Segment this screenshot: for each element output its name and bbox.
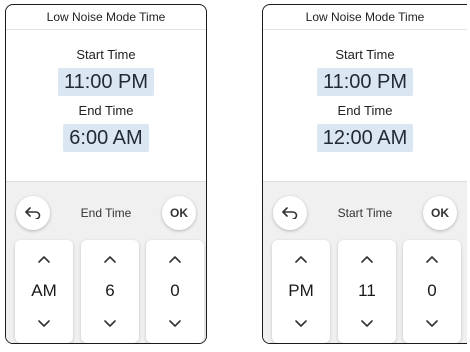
phone-screen-start-time: Low Noise Mode Time Start Time 11:00 PM …	[262, 4, 467, 344]
period-up-button[interactable]	[272, 250, 330, 268]
start-time-label: Start Time	[76, 47, 136, 62]
period-up-button[interactable]	[15, 250, 73, 268]
hour-up-button[interactable]	[81, 250, 139, 268]
chevron-up-icon	[169, 256, 181, 263]
time-picker-sheet: Start Time OK PM 11 0	[263, 181, 467, 343]
chevron-up-icon	[361, 256, 373, 263]
hour-column[interactable]: 11	[338, 240, 396, 343]
ok-button[interactable]: OK	[162, 196, 196, 230]
screen-title: Low Noise Mode Time	[6, 5, 206, 30]
minute-column[interactable]: 0	[403, 240, 461, 343]
chevron-down-icon	[361, 320, 373, 327]
hour-value: 11	[358, 281, 376, 300]
minute-value: 0	[170, 281, 180, 300]
period-down-button[interactable]	[15, 315, 73, 333]
chevron-down-icon	[426, 320, 438, 327]
ok-button[interactable]: OK	[423, 196, 457, 230]
period-column[interactable]: PM	[272, 240, 330, 343]
back-button[interactable]	[16, 196, 50, 230]
period-down-button[interactable]	[272, 315, 330, 333]
hour-value: 6	[105, 281, 115, 300]
end-time-value[interactable]: 12:00 AM	[316, 124, 414, 152]
chevron-down-icon	[295, 320, 307, 327]
period-column[interactable]: AM	[15, 240, 73, 343]
hour-up-button[interactable]	[338, 250, 396, 268]
chevron-up-icon	[295, 256, 307, 263]
hour-column[interactable]: 6	[81, 240, 139, 343]
chevron-up-icon	[38, 256, 50, 263]
period-value: AM	[31, 281, 57, 300]
chevron-down-icon	[169, 320, 181, 327]
chevron-up-icon	[426, 256, 438, 263]
screen-title: Low Noise Mode Time	[263, 5, 467, 30]
end-time-label: End Time	[337, 103, 393, 118]
period-value: PM	[288, 281, 314, 300]
time-picker-sheet: End Time OK AM 6 0	[6, 181, 206, 343]
start-time-label: Start Time	[335, 47, 395, 62]
back-button[interactable]	[273, 196, 307, 230]
minute-up-button[interactable]	[403, 250, 461, 268]
back-arrow-icon	[25, 207, 41, 219]
minute-down-button[interactable]	[146, 315, 204, 333]
end-time-value[interactable]: 6:00 AM	[63, 124, 149, 152]
minute-column[interactable]: 0	[146, 240, 204, 343]
hour-down-button[interactable]	[338, 315, 396, 333]
start-time-value[interactable]: 11:00 PM	[316, 68, 414, 96]
chevron-up-icon	[104, 256, 116, 263]
minute-value: 0	[427, 281, 437, 300]
back-arrow-icon	[282, 207, 298, 219]
minute-up-button[interactable]	[146, 250, 204, 268]
hour-down-button[interactable]	[81, 315, 139, 333]
start-time-value[interactable]: 11:00 PM	[57, 68, 155, 96]
minute-down-button[interactable]	[403, 315, 461, 333]
end-time-label: End Time	[78, 103, 134, 118]
chevron-down-icon	[104, 320, 116, 327]
chevron-down-icon	[38, 320, 50, 327]
phone-screen-end-time: Low Noise Mode Time Start Time 11:00 PM …	[5, 4, 207, 344]
